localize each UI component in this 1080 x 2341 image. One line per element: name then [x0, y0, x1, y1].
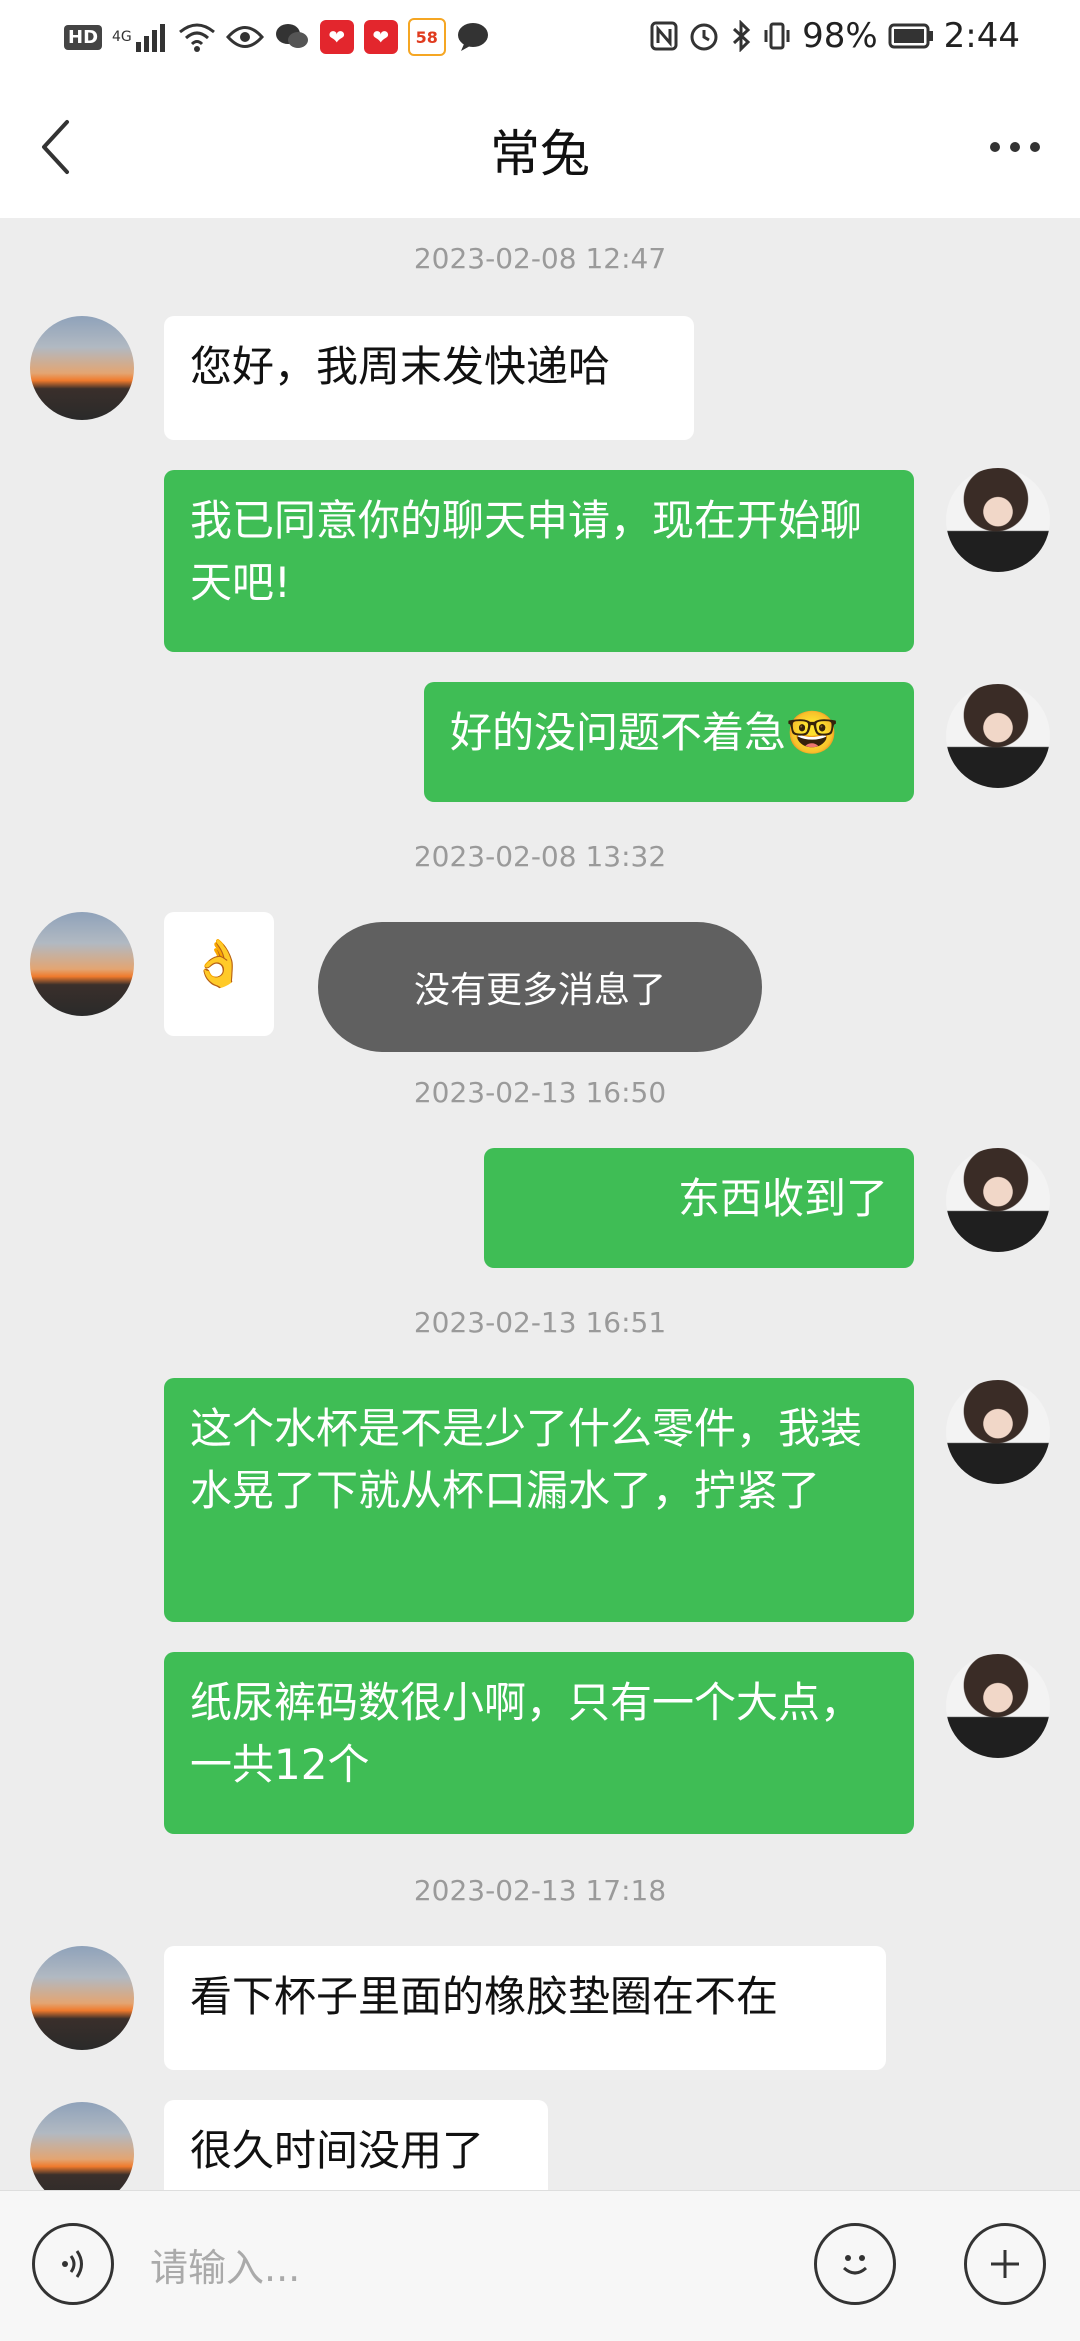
voice-icon [62, 2250, 83, 2278]
cellular-signal-icon: 4G [112, 22, 168, 52]
clock: 2:44 [943, 16, 1020, 56]
message-input[interactable]: 请输入... [150, 2223, 790, 2305]
red-app-icon-2: ❤ [363, 20, 398, 54]
contact-avatar[interactable] [30, 912, 134, 1016]
status-bar-left: HD 4G ❤ ❤ 58 [64, 18, 490, 56]
contact-avatar[interactable] [30, 1946, 134, 2050]
message-bubble-received[interactable]: 很久时间没用了 [164, 2100, 548, 2190]
battery-percent: 98% [802, 16, 878, 56]
alarm-icon [688, 20, 720, 52]
message-bubble-sent[interactable]: 好的没问题不着急🤓 [424, 682, 914, 802]
battery-icon [888, 23, 934, 49]
message-bubble-sent[interactable]: 纸尿裤码数很小啊，只有一个大点，一共12个 [164, 1652, 914, 1834]
add-button[interactable] [964, 2223, 1046, 2305]
message-list[interactable]: 2023-02-08 12:47 您好，我周末发快递哈 我已同意你的聊天申请，现… [0, 218, 1080, 2190]
timestamp: 2023-02-08 13:32 [413, 840, 667, 873]
nfc-icon [650, 21, 678, 51]
voice-button[interactable] [32, 2223, 114, 2305]
app58-icon: 58 [407, 18, 446, 56]
eye-icon [225, 24, 264, 50]
vibrate-icon [762, 21, 792, 51]
message-bubble-icon [456, 22, 490, 52]
page-title: 常兔 [490, 125, 590, 183]
more-dot [1030, 142, 1040, 152]
my-avatar[interactable] [946, 684, 1050, 788]
red-app-icon-1: ❤ [319, 20, 354, 54]
toast-no-more-messages: 没有更多消息了 [318, 922, 762, 1052]
more-dot [1010, 142, 1020, 152]
chat-header: 常兔 [0, 76, 1080, 218]
my-avatar[interactable] [946, 468, 1050, 572]
message-bubble-sent[interactable]: 东西收到了 [484, 1148, 914, 1268]
input-bar: 请输入... [0, 2190, 1080, 2341]
status-bar: HD 4G ❤ ❤ 58 98% 2:44 [0, 0, 1080, 76]
message-bubble-received[interactable]: 看下杯子里面的橡胶垫圈在不在 [164, 1946, 886, 2070]
more-button[interactable] [970, 112, 1060, 182]
status-bar-right: 98% 2:44 [650, 16, 1020, 56]
wechat-icon [274, 22, 310, 52]
network-type-label: 4G [112, 29, 132, 45]
my-avatar[interactable] [946, 1148, 1050, 1252]
timestamp: 2023-02-13 16:51 [413, 1306, 667, 1339]
timestamp: 2023-02-08 12:47 [413, 242, 667, 275]
timestamp: 2023-02-13 16:50 [413, 1076, 667, 1109]
message-bubble-sent[interactable]: 这个水杯是不是少了什么零件，我装水晃了下就从杯口漏水了，拧紧了 [164, 1378, 914, 1622]
hd-badge: HD [64, 24, 103, 50]
my-avatar[interactable] [946, 1654, 1050, 1758]
more-dots-icon [990, 142, 1000, 152]
timestamp: 2023-02-13 17:18 [413, 1874, 667, 1907]
plus-icon [991, 2250, 1019, 2278]
emoji-icon [842, 2255, 868, 2275]
message-bubble-received[interactable]: 👌 [164, 912, 274, 1036]
bluetooth-icon [730, 20, 752, 52]
emoji-button[interactable] [814, 2223, 896, 2305]
wifi-icon [178, 22, 216, 52]
contact-avatar[interactable] [30, 316, 134, 420]
message-bubble-sent[interactable]: 我已同意你的聊天申请，现在开始聊天吧! [164, 470, 914, 652]
my-avatar[interactable] [946, 1380, 1050, 1484]
message-bubble-received[interactable]: 您好，我周末发快递哈 [164, 316, 694, 440]
contact-avatar[interactable] [30, 2102, 134, 2190]
